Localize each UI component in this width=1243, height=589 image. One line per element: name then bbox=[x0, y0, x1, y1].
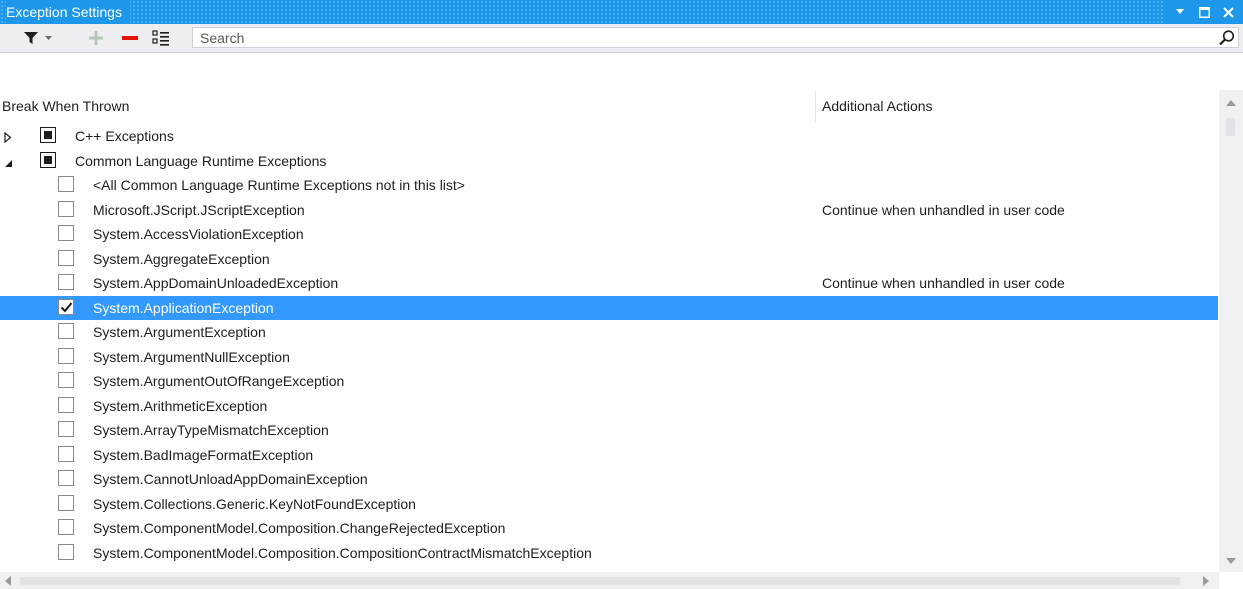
break-checkbox[interactable] bbox=[58, 347, 74, 364]
break-checkbox[interactable] bbox=[58, 372, 74, 388]
break-checkbox[interactable] bbox=[58, 445, 74, 462]
scroll-up-arrow-icon[interactable] bbox=[1225, 98, 1237, 108]
exception-row[interactable]: System.ApplicationException bbox=[0, 295, 1218, 320]
exception-name: <All Common Language Runtime Exceptions … bbox=[93, 177, 465, 193]
exception-row[interactable]: C++ Exceptions bbox=[0, 124, 1218, 149]
exception-name: System.ArgumentException bbox=[93, 324, 266, 340]
vertical-scroll-thumb[interactable] bbox=[1226, 118, 1235, 136]
exception-row[interactable]: System.AggregateException bbox=[0, 247, 1218, 272]
close-icon[interactable] bbox=[1221, 5, 1235, 19]
exception-row[interactable]: System.AccessViolationException bbox=[0, 222, 1218, 247]
exception-name: System.ApplicationException bbox=[93, 299, 274, 316]
break-checkbox[interactable] bbox=[58, 297, 74, 318]
expand-arrow-icon[interactable] bbox=[4, 130, 14, 144]
filter-dropdown-arrow-icon[interactable] bbox=[42, 28, 54, 48]
exception-row[interactable]: System.ArgumentNullException bbox=[0, 345, 1218, 370]
exception-row[interactable]: <All Common Language Runtime Exceptions … bbox=[0, 173, 1218, 198]
maximize-icon[interactable] bbox=[1197, 5, 1211, 19]
scroll-right-arrow-icon[interactable] bbox=[1200, 576, 1212, 586]
exception-row[interactable]: System.AppDomainUnloadedException Continu… bbox=[0, 271, 1218, 296]
exception-row[interactable]: System.CannotUnloadAppDomainException bbox=[0, 467, 1218, 492]
exception-name: System.AppDomainUnloadedException bbox=[93, 275, 339, 291]
break-checkbox[interactable] bbox=[58, 249, 74, 266]
exception-name: System.AccessViolationException bbox=[93, 226, 304, 242]
exception-name: System.ArithmeticException bbox=[93, 397, 268, 414]
scroll-left-arrow-icon[interactable] bbox=[2, 576, 14, 586]
exception-name: Microsoft.JScript.JScriptException bbox=[93, 201, 305, 218]
exception-settings-window: Exception Settings Search Break When Thr… bbox=[0, 0, 1243, 589]
exception-row[interactable]: System.ArgumentException bbox=[0, 320, 1218, 345]
collapse-arrow-icon[interactable] bbox=[4, 155, 14, 167]
dropdown-arrow-icon[interactable] bbox=[1173, 5, 1187, 19]
exception-name: System.ComponentModel.Composition.Compos… bbox=[93, 544, 592, 561]
header-additional-actions[interactable]: Additional Actions bbox=[822, 90, 933, 122]
additional-action[interactable]: Continue when unhandled in user code bbox=[822, 271, 1065, 295]
exception-row[interactable]: Common Language Runtime Exceptions bbox=[0, 149, 1218, 174]
horizontal-scroll-thumb[interactable] bbox=[20, 577, 1180, 585]
search-icon[interactable] bbox=[1218, 29, 1236, 47]
break-checkbox[interactable] bbox=[58, 543, 74, 560]
exception-name: System.ArrayTypeMismatchException bbox=[93, 422, 329, 438]
exception-name: System.ComponentModel.Composition.Change… bbox=[93, 520, 506, 536]
header-divider[interactable] bbox=[815, 90, 816, 122]
window-title: Exception Settings bbox=[6, 0, 130, 24]
exception-tree: C++ Exceptions Common Language Runtime Ex… bbox=[0, 124, 1218, 565]
break-checkbox[interactable] bbox=[58, 176, 74, 192]
exception-row[interactable]: System.ArrayTypeMismatchException bbox=[0, 418, 1218, 443]
toolbar bbox=[0, 24, 1243, 53]
exception-name: System.BadImageFormatException bbox=[93, 446, 314, 463]
scroll-down-arrow-icon[interactable] bbox=[1225, 556, 1237, 566]
column-headers: Break When Thrown Additional Actions bbox=[0, 90, 1218, 122]
break-checkbox[interactable] bbox=[58, 470, 74, 486]
search-box[interactable] bbox=[192, 27, 1239, 48]
exception-row[interactable]: Microsoft.JScript.JScriptException Contin… bbox=[0, 198, 1218, 223]
break-checkbox[interactable] bbox=[58, 421, 74, 437]
title-bar[interactable]: Exception Settings bbox=[0, 0, 1243, 24]
window-controls bbox=[1165, 0, 1243, 24]
indeterminate-mark bbox=[44, 155, 52, 164]
minus-icon[interactable] bbox=[120, 28, 140, 48]
break-checkbox[interactable] bbox=[58, 396, 74, 413]
restore-defaults-icon[interactable] bbox=[150, 28, 172, 48]
plus-icon[interactable] bbox=[86, 28, 106, 48]
horizontal-scrollbar[interactable] bbox=[0, 572, 1219, 589]
indeterminate-mark bbox=[44, 131, 52, 139]
filter-icon[interactable] bbox=[22, 28, 40, 48]
additional-action[interactable]: Continue when unhandled in user code bbox=[822, 198, 1065, 222]
exception-row[interactable]: System.ComponentModel.Composition.Compos… bbox=[0, 541, 1218, 566]
exception-row[interactable]: System.Collections.Generic.KeyNotFoundEx… bbox=[0, 492, 1218, 517]
exception-name: System.ArgumentOutOfRangeException bbox=[93, 373, 345, 389]
break-checkbox[interactable] bbox=[58, 494, 74, 511]
exception-name: System.ArgumentNullException bbox=[93, 348, 290, 365]
search-input[interactable] bbox=[193, 28, 1200, 47]
break-checkbox[interactable] bbox=[58, 225, 74, 241]
break-checkbox[interactable] bbox=[40, 127, 56, 143]
exception-name: Common Language Runtime Exceptions bbox=[75, 152, 327, 169]
break-checkbox[interactable] bbox=[40, 151, 56, 168]
exception-row[interactable]: System.ArithmeticException bbox=[0, 394, 1218, 419]
break-checkbox[interactable] bbox=[58, 274, 74, 290]
exception-row[interactable]: System.ArgumentOutOfRangeException bbox=[0, 369, 1218, 394]
exception-row[interactable]: System.ComponentModel.Composition.Change… bbox=[0, 516, 1218, 541]
break-checkbox[interactable] bbox=[58, 519, 74, 535]
vertical-scrollbar[interactable] bbox=[1219, 90, 1243, 572]
exception-name: System.Collections.Generic.KeyNotFoundEx… bbox=[93, 495, 416, 512]
exception-name: C++ Exceptions bbox=[75, 128, 174, 144]
exception-row[interactable]: System.BadImageFormatException bbox=[0, 443, 1218, 468]
checkmark-icon bbox=[60, 297, 73, 318]
exception-name: System.AggregateException bbox=[93, 250, 270, 267]
break-checkbox[interactable] bbox=[58, 323, 74, 339]
header-break-when-thrown[interactable]: Break When Thrown bbox=[2, 90, 129, 122]
break-checkbox[interactable] bbox=[58, 200, 74, 217]
exception-name: System.CannotUnloadAppDomainException bbox=[93, 471, 368, 487]
